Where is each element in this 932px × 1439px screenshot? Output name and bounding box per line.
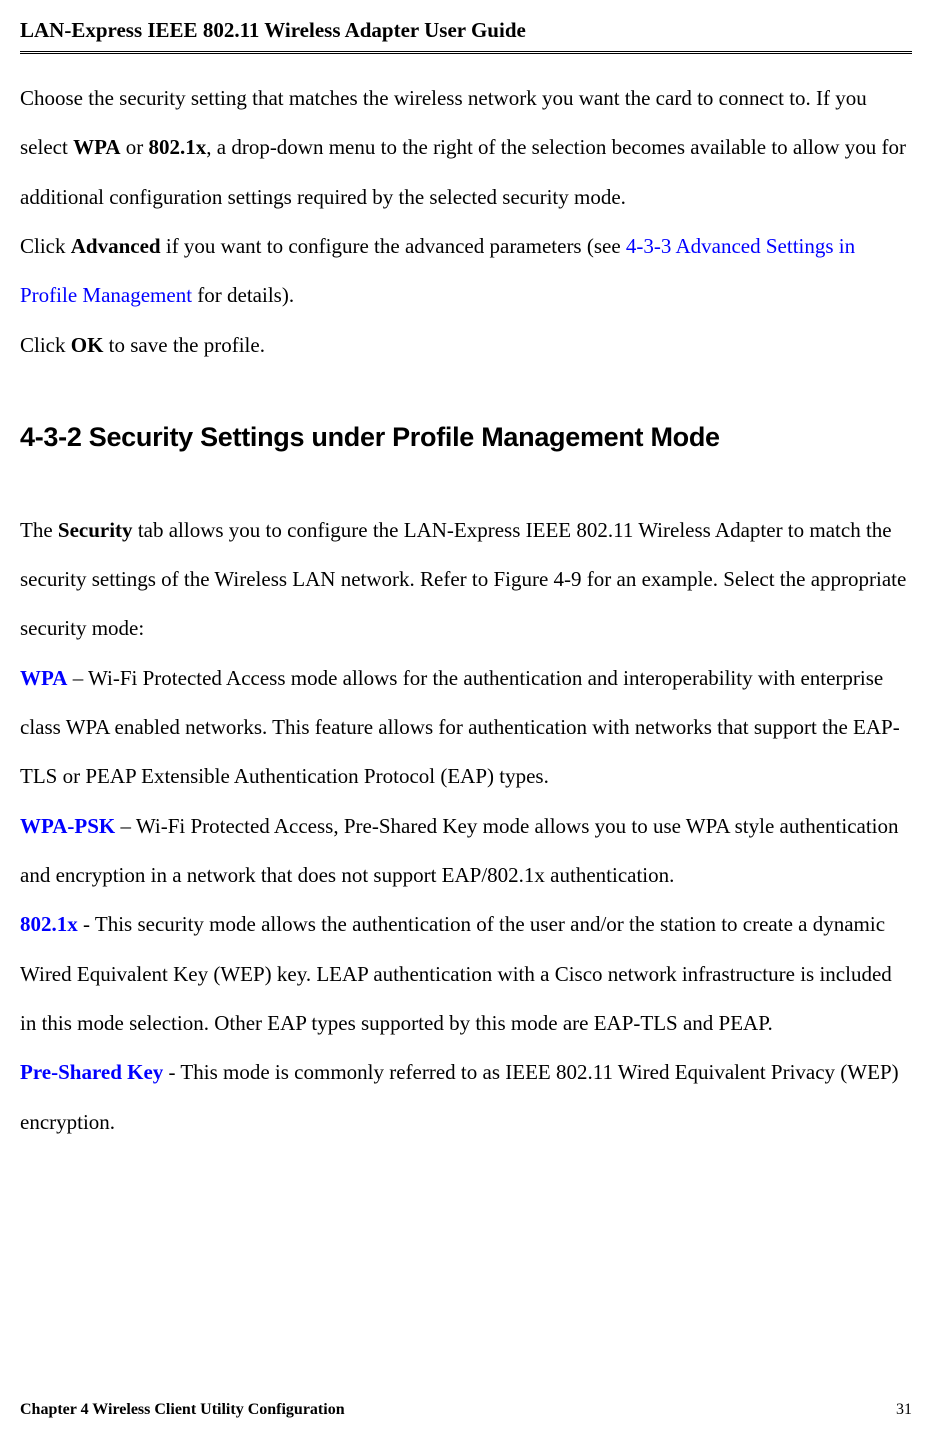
text: if you want to configure the advanced pa… — [161, 234, 626, 258]
text: Click — [20, 234, 71, 258]
section-heading-4-3-2: 4-3-2 Security Settings under Profile Ma… — [20, 406, 912, 469]
paragraph-2: Click Advanced if you want to configure … — [20, 222, 912, 321]
wpa-psk-label: WPA-PSK — [20, 814, 115, 838]
paragraph-3: Click OK to save the profile. — [20, 321, 912, 370]
wpa-text: – Wi-Fi Protected Access mode allows for… — [20, 666, 900, 789]
8021x-text: - This security mode allows the authenti… — [20, 912, 892, 1035]
page-header: LAN-Express IEEE 802.11 Wireless Adapter… — [20, 18, 912, 54]
header-title: LAN-Express IEEE 802.11 Wireless Adapter… — [20, 18, 526, 42]
text: for details). — [192, 283, 294, 307]
8021x-label: 802.1x — [20, 912, 78, 936]
psk-paragraph: Pre-Shared Key - This mode is commonly r… — [20, 1048, 912, 1147]
text: The — [20, 518, 58, 542]
body-text-block: Choose the security setting that matches… — [20, 74, 912, 1147]
wpa-label: WPA — [20, 666, 67, 690]
text: to save the profile. — [103, 333, 265, 357]
advanced-bold: Advanced — [71, 234, 161, 258]
psk-label: Pre-Shared Key — [20, 1060, 163, 1084]
text: tab allows you to configure the LAN-Expr… — [20, 518, 906, 641]
paragraph-4: The Security tab allows you to configure… — [20, 506, 912, 654]
security-bold: Security — [58, 518, 133, 542]
8021x-bold: 802.1x — [149, 135, 207, 159]
page-footer: Chapter 4 Wireless Client Utility Config… — [20, 1401, 912, 1419]
8021x-paragraph: 802.1x - This security mode allows the a… — [20, 900, 912, 1048]
wpa-bold: WPA — [73, 135, 120, 159]
paragraph-1: Choose the security setting that matches… — [20, 74, 912, 222]
ok-bold: OK — [71, 333, 104, 357]
footer-page-number: 31 — [896, 1401, 912, 1419]
footer-chapter: Chapter 4 Wireless Client Utility Config… — [20, 1401, 345, 1419]
page-container: LAN-Express IEEE 802.11 Wireless Adapter… — [0, 0, 932, 1439]
text: or — [121, 135, 149, 159]
wpa-psk-paragraph: WPA-PSK – Wi-Fi Protected Access, Pre-Sh… — [20, 802, 912, 901]
text: Click — [20, 333, 71, 357]
wpa-paragraph: WPA – Wi-Fi Protected Access mode allows… — [20, 654, 912, 802]
wpa-psk-text: – Wi-Fi Protected Access, Pre-Shared Key… — [20, 814, 899, 887]
